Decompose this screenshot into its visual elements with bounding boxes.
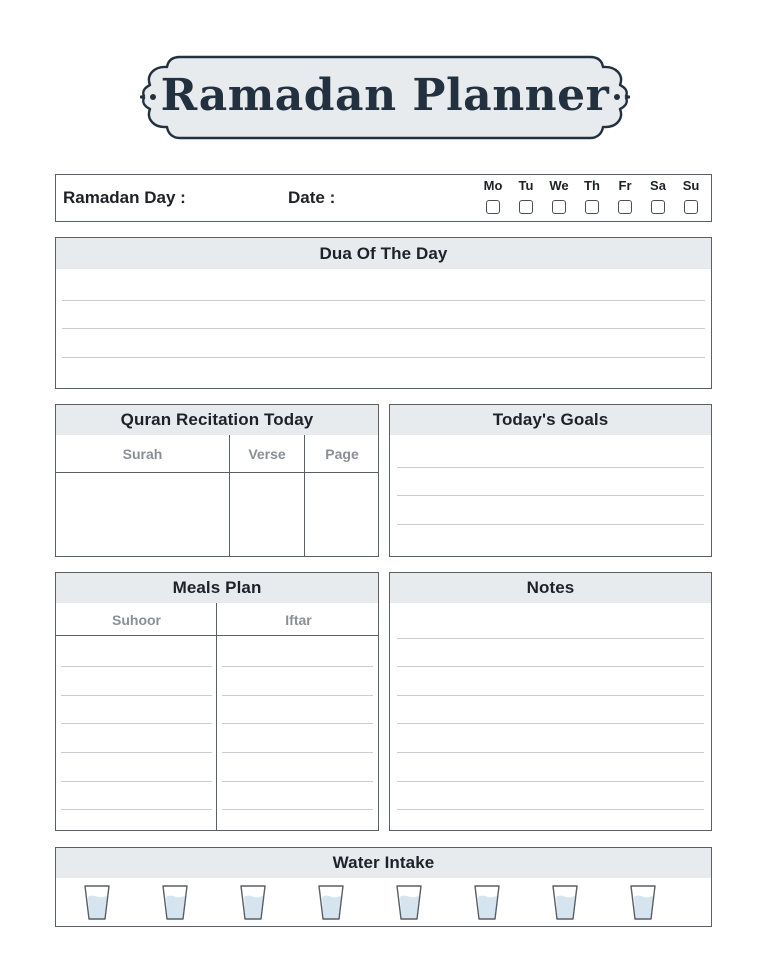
meals-col-iftar: Iftar [285, 611, 312, 628]
meals-col-divider [216, 603, 217, 830]
water-glass-icon[interactable] [629, 884, 657, 921]
date-field[interactable] [348, 187, 468, 209]
suhoor-writing-line[interactable] [61, 781, 212, 782]
day-checkbox-tu[interactable] [519, 200, 533, 214]
notes-writing-line[interactable] [397, 781, 704, 782]
quran-col-verse: Verse [248, 445, 286, 462]
suhoor-writing-line[interactable] [61, 809, 212, 810]
water-glass-icon[interactable] [551, 884, 579, 921]
suhoor-writing-line[interactable] [61, 666, 212, 667]
water-glass-icon[interactable] [239, 884, 267, 921]
goals-writing-line[interactable] [397, 495, 704, 496]
day-label-sa: Sa [650, 178, 666, 193]
day-checkbox-fr[interactable] [618, 200, 632, 214]
dua-writing-line[interactable] [62, 300, 705, 301]
notes-heading: Notes [390, 573, 711, 603]
water-glass-icon[interactable] [317, 884, 345, 921]
notes-section: Notes [389, 572, 712, 831]
iftar-writing-line[interactable] [222, 781, 373, 782]
notes-writing-line[interactable] [397, 666, 704, 667]
notes-writing-line[interactable] [397, 752, 704, 753]
quran-col-page: Page [325, 445, 359, 462]
ramadan-day-label: Ramadan Day : [63, 188, 186, 207]
dua-writing-line[interactable] [62, 328, 705, 329]
meals-col-suhoor: Suhoor [112, 611, 161, 628]
iftar-writing-line[interactable] [222, 752, 373, 753]
dua-heading: Dua Of The Day [56, 238, 711, 269]
notes-writing-line[interactable] [397, 695, 704, 696]
notes-writing-line[interactable] [397, 723, 704, 724]
quran-col-surah: Surah [122, 445, 163, 462]
quran-surah-cell[interactable] [56, 473, 229, 556]
page-title: Ramadan Planner [160, 70, 610, 121]
iftar-writing-line[interactable] [222, 809, 373, 810]
quran-heading: Quran Recitation Today [56, 405, 378, 435]
day-checkbox-we[interactable] [552, 200, 566, 214]
ramadan-day-field[interactable] [206, 187, 281, 209]
suhoor-writing-line[interactable] [61, 695, 212, 696]
water-section: Water Intake [55, 847, 712, 927]
water-glass-icon[interactable] [161, 884, 189, 921]
meals-heading: Meals Plan [56, 573, 378, 603]
meals-header-divider [56, 635, 378, 636]
dua-section: Dua Of The Day [55, 237, 712, 389]
goals-heading: Today's Goals [390, 405, 711, 435]
info-row: Ramadan Day : Date : Mo Tu We Th Fr Sa S… [55, 174, 712, 222]
quran-page-cell[interactable] [305, 473, 379, 556]
day-label-fr: Fr [618, 178, 632, 193]
water-heading: Water Intake [56, 848, 711, 878]
iftar-writing-line[interactable] [222, 723, 373, 724]
date-label: Date : [288, 188, 336, 207]
notes-writing-line[interactable] [397, 638, 704, 639]
title-badge: Ramadan Planner [140, 50, 630, 145]
day-label-tu: Tu [518, 178, 534, 193]
day-checkbox-sa[interactable] [651, 200, 665, 214]
day-checkbox-th[interactable] [585, 200, 599, 214]
day-label-th: Th [584, 178, 600, 193]
day-label-su: Su [682, 178, 700, 193]
water-glass-icon[interactable] [473, 884, 501, 921]
water-glass-icon[interactable] [395, 884, 423, 921]
meals-section: Meals Plan Suhoor Iftar [55, 572, 379, 831]
day-checkbox-mo[interactable] [486, 200, 500, 214]
goals-section: Today's Goals [389, 404, 712, 557]
water-glass-icon[interactable] [83, 884, 111, 921]
suhoor-writing-line[interactable] [61, 752, 212, 753]
dua-writing-line[interactable] [62, 357, 705, 358]
day-label-mo: Mo [483, 178, 503, 193]
iftar-writing-line[interactable] [222, 666, 373, 667]
iftar-writing-line[interactable] [222, 695, 373, 696]
quran-verse-cell[interactable] [230, 473, 304, 556]
day-checkbox-su[interactable] [684, 200, 698, 214]
notes-writing-line[interactable] [397, 809, 704, 810]
quran-section: Quran Recitation Today Surah Verse Page [55, 404, 379, 557]
goals-writing-line[interactable] [397, 524, 704, 525]
day-label-we: We [549, 178, 569, 193]
goals-writing-line[interactable] [397, 467, 704, 468]
suhoor-writing-line[interactable] [61, 723, 212, 724]
